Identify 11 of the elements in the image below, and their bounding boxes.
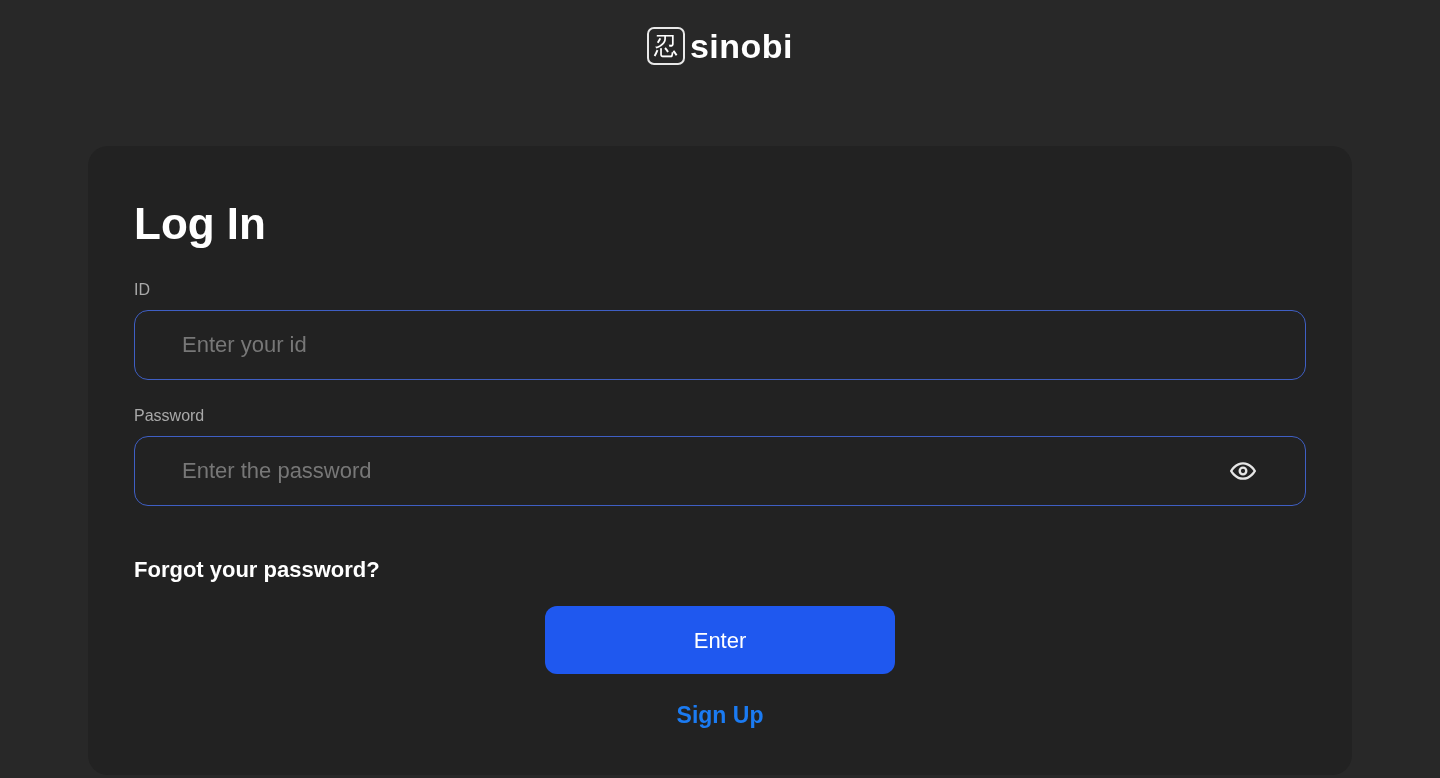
enter-button[interactable]: Enter [545, 606, 895, 674]
sign-up-link[interactable]: Sign Up [676, 700, 764, 730]
eye-icon[interactable] [1230, 462, 1256, 480]
logo-mark: 忍 [646, 27, 685, 65]
logo-wordmark: sinobi [689, 26, 794, 66]
id-input[interactable]: Enter your id [134, 310, 1306, 380]
page-title: Log In [134, 198, 267, 250]
field-label: Password [134, 406, 206, 426]
password-input[interactable]: Enter the password [134, 436, 1306, 506]
field-label: ID [134, 280, 151, 300]
forgot-password-link[interactable]: Forgot your password? [134, 556, 380, 584]
